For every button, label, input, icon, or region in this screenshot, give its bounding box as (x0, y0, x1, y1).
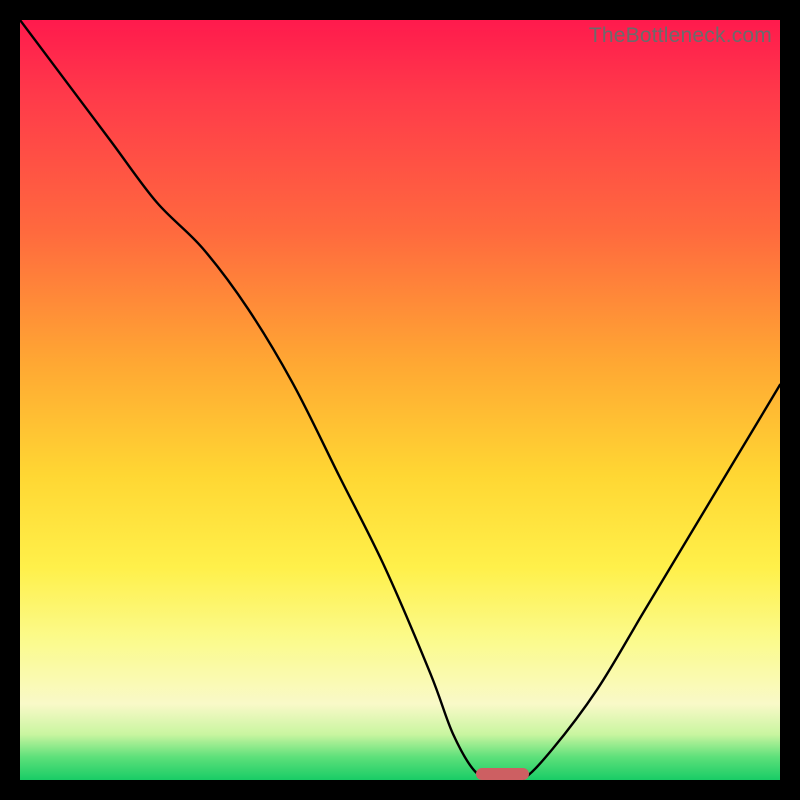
optimal-marker (476, 768, 529, 780)
chart-plot-area: TheBottleneck.com (20, 20, 780, 780)
watermark-text: TheBottleneck.com (589, 24, 772, 48)
chart-frame: TheBottleneck.com (0, 0, 800, 800)
bottleneck-curve (20, 20, 780, 780)
curve-path (20, 20, 780, 780)
